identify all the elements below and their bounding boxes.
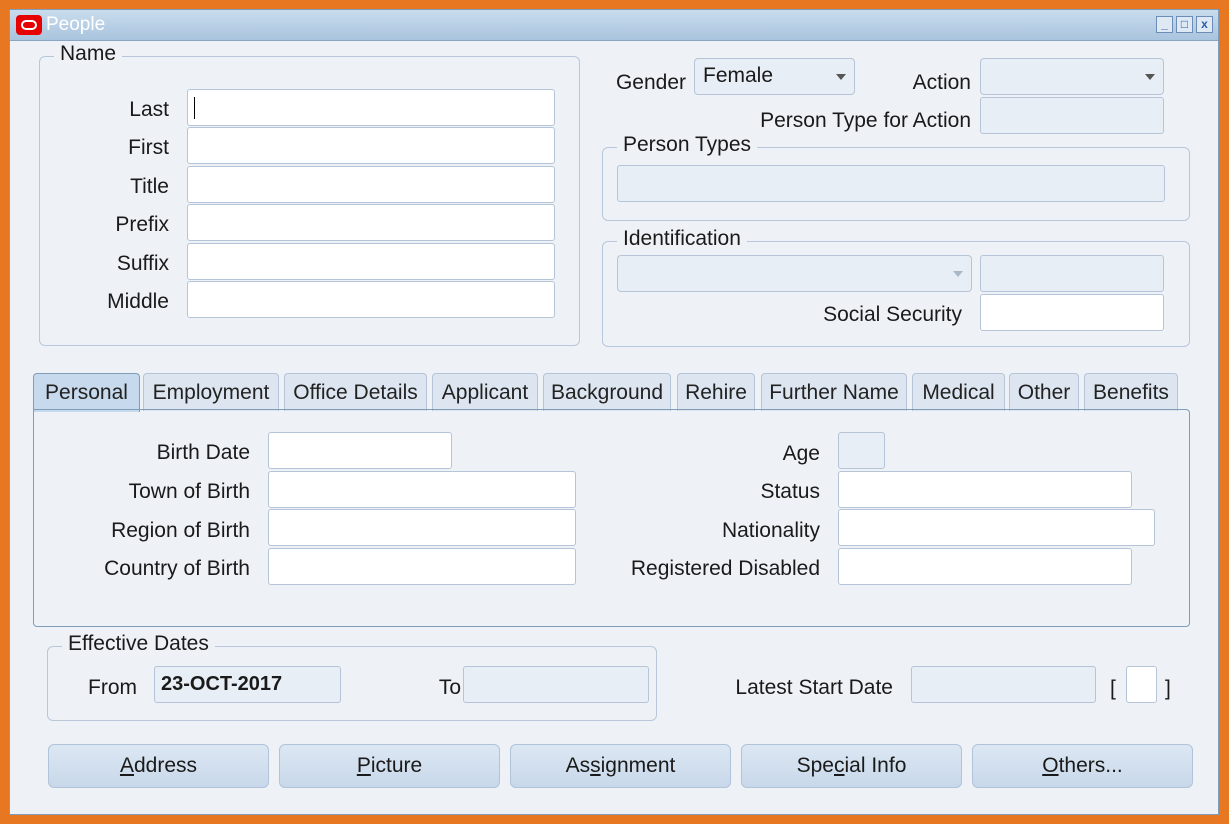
close-button[interactable]: x: [1196, 16, 1213, 33]
bracket-close: ]: [1165, 677, 1171, 700]
gender-label: Gender: [615, 71, 686, 94]
identification-legend: Identification: [617, 227, 747, 251]
others-button-label-post: thers...: [1058, 754, 1123, 777]
country-of-birth-input[interactable]: [268, 548, 576, 585]
prefix-label: Prefix: [115, 213, 169, 236]
tab-benefits[interactable]: Benefits: [1084, 373, 1178, 411]
nationality-input[interactable]: [838, 509, 1155, 546]
gender-select[interactable]: Female: [694, 58, 855, 95]
tab-employment[interactable]: Employment: [143, 373, 279, 411]
last-name-label: Last: [129, 98, 169, 121]
person-types-legend: Person Types: [617, 133, 758, 157]
birth-date-label: Birth Date: [156, 441, 250, 464]
tab-personal[interactable]: Personal: [33, 373, 140, 412]
person-type-for-action-label: Person Type for Action: [760, 109, 971, 132]
latest-start-date-label: Latest Start Date: [735, 676, 893, 699]
region-of-birth-input[interactable]: [268, 509, 576, 546]
last-name-input[interactable]: [187, 89, 555, 126]
chevron-down-icon: [1145, 74, 1155, 80]
status-input[interactable]: [838, 471, 1132, 508]
others-button-mnemonic: O: [1042, 754, 1059, 777]
age-input[interactable]: [838, 432, 885, 469]
age-label: Age: [782, 442, 820, 465]
assignment-button-label-pre: As: [565, 754, 591, 777]
title-input[interactable]: [187, 166, 555, 203]
middle-name-label: Middle: [107, 290, 169, 313]
special-info-button-mnemonic: c: [834, 754, 845, 777]
assignment-button-label-post: ignment: [600, 754, 676, 777]
others-button[interactable]: Others...: [972, 744, 1193, 788]
latest-start-flag-field[interactable]: [1126, 666, 1157, 703]
status-label: Status: [760, 480, 820, 503]
chevron-down-icon: [953, 271, 963, 277]
title-bar: People _ □ x: [10, 10, 1218, 41]
tab-background[interactable]: Background: [543, 373, 671, 411]
town-of-birth-input[interactable]: [268, 471, 576, 508]
latest-start-date-input[interactable]: [911, 666, 1096, 703]
tab-medical[interactable]: Medical: [912, 373, 1005, 411]
special-info-button-label-post: ial Info: [844, 754, 907, 777]
minimize-button[interactable]: _: [1156, 16, 1173, 33]
picture-button[interactable]: Picture: [279, 744, 500, 788]
middle-name-input[interactable]: [187, 281, 555, 318]
text-cursor: [194, 97, 195, 119]
name-legend: Name: [54, 42, 123, 66]
action-label: Action: [912, 71, 971, 94]
from-label: From: [88, 676, 137, 699]
suffix-label: Suffix: [116, 252, 169, 275]
suffix-input[interactable]: [187, 243, 555, 280]
oracle-logo-icon: [16, 15, 42, 35]
maximize-button[interactable]: □: [1176, 16, 1193, 33]
tab-rehire[interactable]: Rehire: [677, 373, 755, 411]
chevron-down-icon: [836, 74, 846, 80]
gender-value: Female: [703, 64, 774, 87]
window-title: People: [46, 14, 106, 35]
birth-date-input[interactable]: [268, 432, 452, 469]
region-of-birth-label: Region of Birth: [111, 519, 250, 542]
assignment-button-mnemonic: s: [590, 754, 601, 777]
to-date-input[interactable]: [463, 666, 649, 703]
town-of-birth-label: Town of Birth: [128, 480, 250, 503]
person-type-for-action-input[interactable]: [980, 97, 1164, 134]
identification-number-input[interactable]: [980, 255, 1164, 292]
picture-button-mnemonic: P: [356, 754, 371, 777]
registered-disabled-label: Registered Disabled: [630, 557, 820, 580]
social-security-label: Social Security: [823, 303, 962, 326]
prefix-input[interactable]: [187, 204, 555, 241]
nationality-label: Nationality: [721, 519, 820, 542]
people-window: People _ □ x Name Last First Title Prefi…: [9, 9, 1219, 815]
address-button-mnemonic: A: [119, 754, 134, 777]
title-label: Title: [130, 175, 169, 198]
special-info-button[interactable]: Special Info: [741, 744, 962, 788]
picture-button-label-post: icture: [370, 754, 423, 777]
tab-further-name[interactable]: Further Name: [761, 373, 907, 411]
from-date-input[interactable]: 23-OCT-2017: [154, 666, 341, 703]
identification-type-select[interactable]: [617, 255, 972, 292]
first-name-label: First: [128, 136, 169, 159]
registered-disabled-input[interactable]: [838, 548, 1132, 585]
country-of-birth-label: Country of Birth: [104, 557, 250, 580]
to-label: To: [438, 676, 461, 699]
social-security-input[interactable]: [980, 294, 1164, 331]
first-name-input[interactable]: [187, 127, 555, 164]
tab-other[interactable]: Other: [1009, 373, 1079, 411]
address-button[interactable]: Address: [48, 744, 269, 788]
person-types-input[interactable]: [617, 165, 1165, 202]
tab-applicant[interactable]: Applicant: [432, 373, 538, 411]
bracket-open: [: [1110, 677, 1116, 700]
effective-dates-legend: Effective Dates: [62, 632, 215, 656]
assignment-button[interactable]: Assignment: [510, 744, 731, 788]
special-info-button-label-pre: Spe: [796, 754, 834, 777]
tab-office-details[interactable]: Office Details: [284, 373, 427, 411]
address-button-label-post: ddress: [133, 754, 198, 777]
action-select[interactable]: [980, 58, 1164, 95]
